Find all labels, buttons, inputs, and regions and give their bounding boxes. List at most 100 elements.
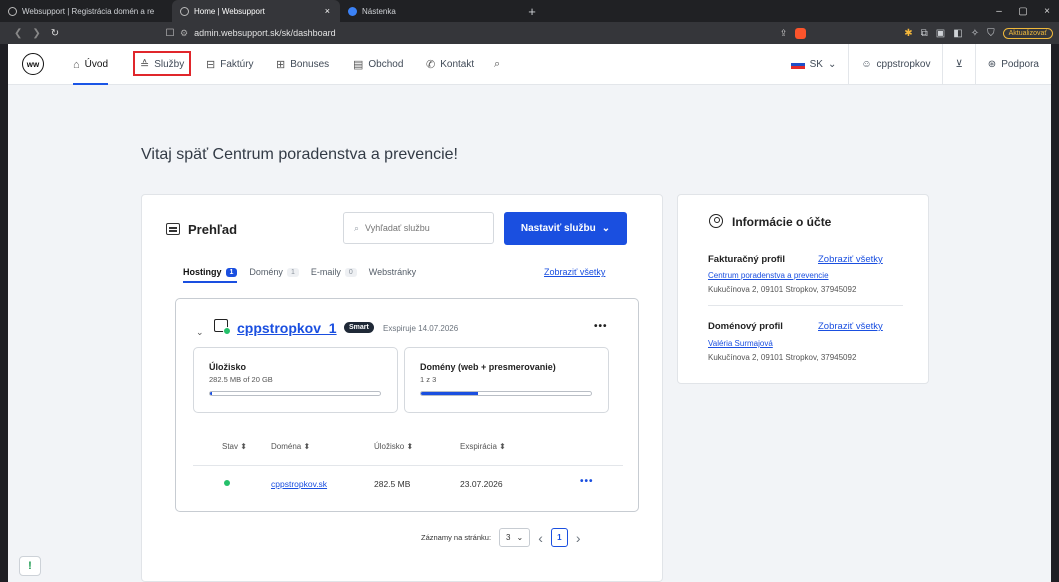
- billing-show-all-link[interactable]: Zobraziť všetky: [818, 254, 883, 265]
- close-window-icon[interactable]: ×: [1035, 6, 1059, 17]
- support-link[interactable]: ⊛ Podpora: [974, 44, 1051, 85]
- hosting-card: ⌄ cppstropkov_1 Smart Exspiruje 14.07.20…: [175, 298, 639, 512]
- update-button[interactable]: Aktualizovať: [1002, 27, 1053, 39]
- nav-item-faktury[interactable]: ⊟ Faktúry: [206, 44, 254, 85]
- overview-icon: [166, 223, 180, 235]
- url-text: admin.websupport.sk/sk/dashboard: [194, 28, 336, 38]
- pagination: Záznamy na stránku: 3 ⌄ ‹ 1 ›: [421, 528, 581, 547]
- nav-label: Faktúry: [220, 59, 254, 70]
- cart-button[interactable]: ⊻: [942, 44, 974, 85]
- tab-emaily[interactable]: E-maily 0: [311, 267, 357, 283]
- browser-tab-home[interactable]: Home | Websupport ×: [172, 0, 340, 22]
- bookmark-icon[interactable]: ☐: [160, 28, 180, 39]
- help-icon: ⊛: [987, 59, 997, 70]
- column-header-stav[interactable]: Stav ⬍: [222, 442, 247, 451]
- prev-page-icon[interactable]: ‹: [538, 530, 543, 546]
- feedback-button[interactable]: !: [19, 556, 41, 576]
- favorites-icon[interactable]: ✧: [971, 28, 979, 39]
- language-selector[interactable]: SK ⌄: [779, 44, 849, 85]
- domain-link[interactable]: cppstropkov.sk: [271, 479, 327, 489]
- nav-item-uvod[interactable]: ⌂ Úvod: [73, 44, 109, 85]
- top-navigation: ww ⌂ Úvod ≙ Služby ⊟ Faktúry ⊞ Bonuses ▤…: [8, 44, 1051, 85]
- column-header-exspiracia[interactable]: Exspirácia ⬍: [460, 442, 506, 451]
- tab-webstranky[interactable]: Webstránky: [369, 267, 416, 283]
- per-page-label: Záznamy na stránku:: [421, 533, 492, 542]
- count-badge: 1: [225, 267, 238, 277]
- server-icon: [214, 319, 231, 335]
- divider: [708, 305, 903, 306]
- nav-item-bonuses[interactable]: ⊞ Bonuses: [276, 44, 329, 85]
- reload-icon[interactable]: ↻: [51, 28, 59, 39]
- domain-storage: 282.5 MB: [374, 479, 411, 489]
- column-header-domena[interactable]: Doména ⬍: [271, 442, 310, 451]
- vpn-shield-icon[interactable]: ⛉: [987, 28, 995, 39]
- back-icon[interactable]: ❮: [14, 28, 22, 39]
- share-icon[interactable]: ⇪: [780, 28, 788, 39]
- tab-hostingy[interactable]: Hostingy 1: [183, 267, 238, 283]
- websupport-logo[interactable]: ww: [22, 53, 44, 75]
- nav-label: Kontakt: [440, 59, 475, 70]
- domain-show-all-link[interactable]: Zobraziť všetky: [818, 321, 883, 332]
- account-info-card: Informácie o účte Fakturačný profil Zobr…: [677, 194, 929, 384]
- nav-label: Bonuses: [290, 59, 330, 70]
- domain-expiry: 23.07.2026: [460, 479, 503, 489]
- domains-progress-bar: [420, 391, 592, 396]
- phone-icon: ✆: [426, 59, 436, 71]
- store-icon: ▤: [353, 59, 364, 71]
- search-icon: ⌕: [354, 222, 360, 233]
- user-icon: ☺: [861, 59, 872, 70]
- language-label: SK: [809, 59, 823, 70]
- minimize-icon[interactable]: –: [987, 6, 1011, 17]
- service-search-input[interactable]: [365, 223, 476, 233]
- nav-search[interactable]: ⌕: [494, 44, 500, 85]
- overview-card: Prehľad ⌕ Nastaviť službu ⌄ Hostingy 1 D…: [141, 194, 663, 582]
- tab-domeny[interactable]: Domény 1: [249, 267, 299, 283]
- extension-icon[interactable]: ✱: [904, 28, 912, 39]
- tab-label: Domény: [249, 267, 283, 277]
- url-field[interactable]: ⚙ admin.websupport.sk/sk/dashboard: [180, 28, 740, 39]
- setup-service-button[interactable]: Nastaviť službu ⌄: [504, 212, 627, 245]
- next-page-icon[interactable]: ›: [576, 530, 581, 546]
- domains-usage: 1 z 3: [420, 375, 437, 384]
- page: ww ⌂ Úvod ≙ Služby ⊟ Faktúry ⊞ Bonuses ▤…: [8, 44, 1051, 582]
- sidebar-icon[interactable]: ◧: [953, 28, 962, 39]
- new-tab-button[interactable]: +: [522, 4, 542, 19]
- current-page[interactable]: 1: [550, 528, 568, 547]
- browser-tab-websupport-registracia[interactable]: Websupport | Registrácia domén a re: [0, 0, 172, 22]
- row-more-options-icon[interactable]: •••: [580, 476, 594, 487]
- storage-progress-fill: [210, 392, 213, 395]
- per-page-value: 3: [506, 533, 511, 542]
- account-info-title: Informácie o účte: [732, 215, 832, 229]
- nav-right: SK ⌄ ☺ cppstropkov ⊻ ⊛ Podpora: [779, 44, 1051, 85]
- nav-item-obchod[interactable]: ▤ Obchod: [353, 44, 403, 85]
- domain-profile-label: Doménový profil: [708, 321, 783, 332]
- site-info-icon[interactable]: ⚙: [180, 28, 188, 39]
- close-tab-icon[interactable]: ×: [325, 6, 330, 16]
- chevron-down-icon: ⌄: [827, 59, 837, 70]
- wallet-icon[interactable]: ▣: [936, 28, 945, 39]
- plan-badge: Smart: [344, 322, 374, 333]
- forward-icon[interactable]: ❯: [32, 28, 40, 39]
- column-header-ulozisko[interactable]: Úložisko ⬍: [374, 442, 413, 451]
- maximize-icon[interactable]: ▢: [1011, 6, 1035, 17]
- billing-profile-label: Fakturačný profil: [708, 254, 786, 265]
- billing-profile-name[interactable]: Centrum poradenstva a prevencie: [708, 271, 829, 280]
- more-options-icon[interactable]: •••: [594, 321, 608, 332]
- service-search[interactable]: ⌕: [343, 212, 494, 244]
- per-page-select[interactable]: 3 ⌄: [499, 528, 531, 547]
- brave-shield-icon[interactable]: [795, 27, 807, 39]
- browser-tab-nastenka[interactable]: Nástenka: [340, 0, 518, 22]
- storage-usage: 282.5 MB of 20 GB: [209, 375, 273, 384]
- show-all-link[interactable]: Zobraziť všetky: [544, 267, 605, 277]
- expiry-text: Exspiruje 14.07.2026: [383, 324, 459, 333]
- slovak-flag-icon: [790, 60, 805, 69]
- nav-item-kontakt[interactable]: ✆ Kontakt: [426, 44, 474, 85]
- hosting-name-link[interactable]: cppstropkov_1: [237, 320, 337, 336]
- storage-stat: Úložisko 282.5 MB of 20 GB: [193, 347, 398, 413]
- chevron-down-icon[interactable]: ⌄: [196, 327, 204, 338]
- user-menu[interactable]: ☺ cppstropkov: [848, 44, 942, 85]
- search-icon: ⌕: [494, 58, 501, 70]
- puzzle-icon[interactable]: ⧉: [921, 28, 928, 39]
- invoice-icon: ⊟: [206, 59, 216, 71]
- domain-profile-name[interactable]: Valéria Surmajová: [708, 339, 773, 348]
